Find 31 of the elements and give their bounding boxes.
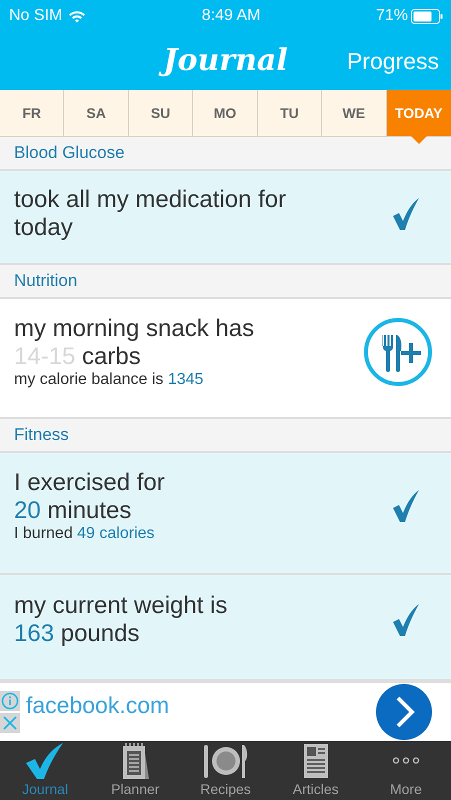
carrier-text: No SIM xyxy=(9,7,62,25)
tab-bar-item[interactable]: Recipes xyxy=(180,741,271,800)
checkmark-icon[interactable] xyxy=(391,603,421,637)
section-title: Fitness xyxy=(14,425,69,445)
entry-note: I burned 49 calories xyxy=(14,525,156,543)
section-title: Blood Glucose xyxy=(14,143,125,163)
journal-entry[interactable]: took all my medication for today xyxy=(0,171,451,265)
ad-link[interactable]: facebook.com xyxy=(26,692,375,718)
tab-bar-item[interactable]: Articles xyxy=(270,741,361,800)
checkmark-icon[interactable] xyxy=(391,489,421,523)
entry-note: my calorie balance is 1345 xyxy=(14,371,204,389)
entry-text: took all my medication for today xyxy=(14,186,288,242)
clock-time: 8:49 AM xyxy=(202,7,260,25)
battery-percent: 71% xyxy=(376,7,408,25)
entry-text: my current weight is 163 pounds xyxy=(14,592,228,648)
journal-entry[interactable]: my current weight is 163 pounds xyxy=(0,575,451,681)
checkmark-icon[interactable] xyxy=(391,197,421,231)
wifi-icon xyxy=(68,10,86,22)
tab-bar-item[interactable]: More xyxy=(360,741,451,800)
add-food-icon[interactable] xyxy=(363,317,433,387)
tab-bar-item[interactable]: Journal xyxy=(0,741,90,800)
tab-bar-item[interactable]: Planner xyxy=(90,741,180,800)
section-title: Nutrition xyxy=(14,271,78,291)
ad-banner[interactable]: facebook.com xyxy=(0,681,451,741)
journal-entry[interactable]: I exercised for 20 minutes I burned 49 calories xyxy=(0,453,451,575)
pointer-icon xyxy=(410,136,427,144)
chevron-right-icon[interactable] xyxy=(375,683,433,741)
entry-text: I exercised for 20 minutes xyxy=(14,469,166,525)
dots-icon xyxy=(392,757,420,764)
journal-title: Journal xyxy=(157,39,294,83)
battery-icon xyxy=(410,8,443,24)
